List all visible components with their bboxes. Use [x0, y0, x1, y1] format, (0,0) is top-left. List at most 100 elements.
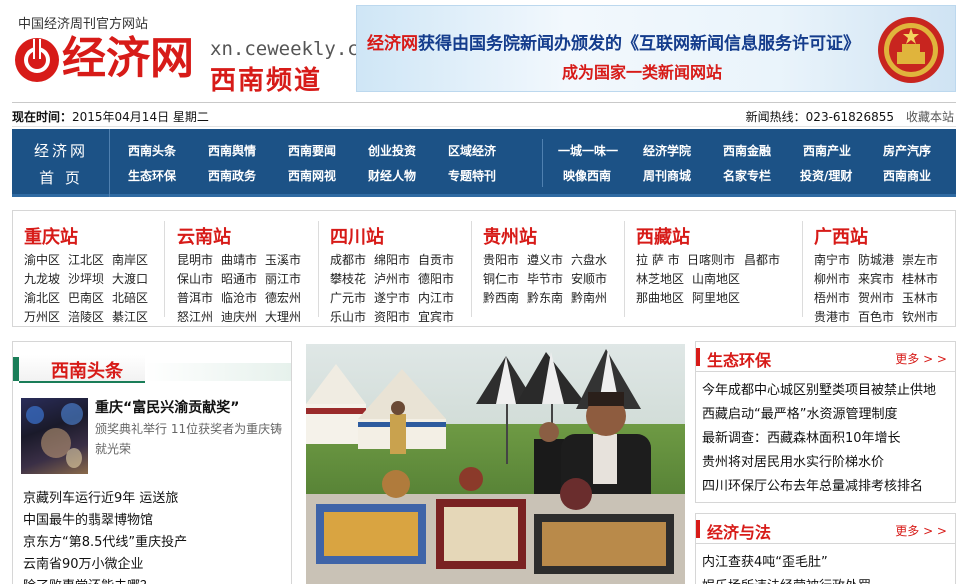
city-link[interactable]: 柳州市 [814, 270, 850, 287]
eco-item[interactable]: 最新调查：西藏森林面积10年增长 [702, 427, 954, 451]
city-link[interactable]: 毕节市 [527, 270, 563, 287]
nav-link[interactable]: 生态环保 [128, 167, 176, 184]
nav-link[interactable]: 西南头条 [128, 142, 176, 159]
city-link[interactable]: 资阳市 [374, 308, 410, 325]
city-link[interactable]: 林芝地区 [636, 270, 684, 287]
law-more-link[interactable]: 更多 > > [895, 522, 947, 539]
license-banner[interactable]: 经济网获得由国务院新闻办颁发的《互联网新闻信息服务许可证》 成为国家一类新闻网站 [356, 5, 956, 92]
city-link[interactable]: 南岸区 [112, 251, 148, 268]
nav-link[interactable]: 投资/理财 [800, 167, 852, 184]
nav-link[interactable]: 专题特刊 [448, 167, 496, 184]
nav-link[interactable]: 创业投资 [368, 142, 416, 159]
nav-link[interactable]: 西南政务 [208, 167, 256, 184]
nav-link[interactable]: 西南网视 [288, 167, 336, 184]
headline-item[interactable]: 中国最牛的翡翠博物馆 [23, 510, 283, 532]
nav-link[interactable]: 名家专栏 [723, 167, 771, 184]
eco-item[interactable]: 四川环保厅公布去年总量减排考核排名 [702, 475, 954, 499]
city-link[interactable]: 北碚区 [112, 289, 148, 306]
city-link[interactable]: 大理州 [265, 308, 301, 325]
station-title[interactable]: 西藏站 [636, 223, 690, 249]
city-link[interactable]: 江北区 [68, 251, 104, 268]
nav-link[interactable]: 西南商业 [883, 167, 931, 184]
featured-photo[interactable] [306, 344, 685, 584]
city-link[interactable]: 宜宾市 [418, 308, 454, 325]
bookmark-link[interactable]: 收藏本站 [906, 108, 954, 125]
city-link[interactable]: 黔西南 [483, 289, 519, 306]
feature-title[interactable]: 重庆“富民兴渝贡献奖” [95, 397, 239, 417]
city-link[interactable]: 九龙坡 [24, 270, 60, 287]
city-link[interactable]: 乐山市 [330, 308, 366, 325]
eco-more-link[interactable]: 更多 > > [895, 350, 947, 367]
city-link[interactable]: 拉 萨 市 [636, 251, 680, 268]
city-link[interactable]: 德宏州 [265, 289, 301, 306]
feature-thumbnail[interactable] [21, 398, 88, 474]
city-link[interactable]: 钦州市 [902, 308, 938, 325]
city-link[interactable]: 日喀则市 [687, 251, 735, 268]
eco-item[interactable]: 今年成都中心城区别墅类项目被禁止供地 [702, 379, 954, 403]
city-link[interactable]: 自贡市 [418, 251, 454, 268]
site-logo-text[interactable]: 经济网 [62, 30, 194, 88]
station-title[interactable]: 重庆站 [24, 223, 78, 249]
station-title[interactable]: 广西站 [814, 223, 868, 249]
city-link[interactable]: 铜仁市 [483, 270, 519, 287]
city-link[interactable]: 内江市 [418, 289, 454, 306]
city-link[interactable]: 临沧市 [221, 289, 257, 306]
nav-link[interactable]: 西南舆情 [208, 142, 256, 159]
city-link[interactable]: 曲靖市 [221, 251, 257, 268]
city-link[interactable]: 阿里地区 [692, 289, 740, 306]
city-link[interactable]: 迪庆州 [221, 308, 257, 325]
city-link[interactable]: 遂宁市 [374, 289, 410, 306]
city-link[interactable]: 巴南区 [68, 289, 104, 306]
nav-link[interactable]: 区域经济 [448, 142, 496, 159]
logo-mark-icon[interactable] [14, 37, 60, 83]
city-link[interactable]: 遵义市 [527, 251, 563, 268]
city-link[interactable]: 攀枝花 [330, 270, 366, 287]
city-link[interactable]: 涪陵区 [68, 308, 104, 325]
headline-item[interactable]: 除了败惠堂还能去哪？ [23, 576, 283, 584]
nav-link[interactable]: 一城一味一 [558, 142, 618, 159]
city-link[interactable]: 绵阳市 [374, 251, 410, 268]
city-link[interactable]: 怒江州 [177, 308, 213, 325]
eco-title[interactable]: 生态环保 [707, 347, 771, 371]
station-title[interactable]: 四川站 [330, 223, 384, 249]
city-link[interactable]: 黔东南 [527, 289, 563, 306]
city-link[interactable]: 保山市 [177, 270, 213, 287]
nav-link[interactable]: 西南金融 [723, 142, 771, 159]
city-link[interactable]: 大渡口 [112, 270, 148, 287]
city-link[interactable]: 玉林市 [902, 289, 938, 306]
city-link[interactable]: 昆明市 [177, 251, 213, 268]
city-link[interactable]: 贵港市 [814, 308, 850, 325]
nav-link[interactable]: 财经人物 [368, 167, 416, 184]
city-link[interactable]: 玉溪市 [265, 251, 301, 268]
city-link[interactable]: 南宁市 [814, 251, 850, 268]
city-link[interactable]: 昌都市 [744, 251, 780, 268]
law-item[interactable]: 内江查获4吨“歪毛肚” [702, 551, 954, 575]
city-link[interactable]: 昭通市 [221, 270, 257, 287]
city-link[interactable]: 防城港 [858, 251, 894, 268]
city-link[interactable]: 百色市 [858, 308, 894, 325]
city-link[interactable]: 山南地区 [692, 270, 740, 287]
station-title[interactable]: 贵州站 [483, 223, 537, 249]
law-title[interactable]: 经济与法 [707, 519, 771, 543]
city-link[interactable]: 梧州市 [814, 289, 850, 306]
city-link[interactable]: 万州区 [24, 308, 60, 325]
nav-link[interactable]: 经济学院 [643, 142, 691, 159]
headline-item[interactable]: 云南省90万小微企业 [23, 554, 283, 576]
nav-home[interactable]: 经济网 首 页 [12, 129, 110, 197]
headline-item[interactable]: 京东方“第8.5代线”重庆投产 [23, 532, 283, 554]
city-link[interactable]: 丽江市 [265, 270, 301, 287]
city-link[interactable]: 那曲地区 [636, 289, 684, 306]
city-link[interactable]: 沙坪坝 [68, 270, 104, 287]
city-link[interactable]: 来宾市 [858, 270, 894, 287]
city-link[interactable]: 普洱市 [177, 289, 213, 306]
city-link[interactable]: 六盘水 [571, 251, 607, 268]
nav-link[interactable]: 周刊商城 [643, 167, 691, 184]
city-link[interactable]: 安顺市 [571, 270, 607, 287]
city-link[interactable]: 綦江区 [112, 308, 148, 325]
city-link[interactable]: 贺州市 [858, 289, 894, 306]
city-link[interactable]: 桂林市 [902, 270, 938, 287]
city-link[interactable]: 崇左市 [902, 251, 938, 268]
city-link[interactable]: 黔南州 [571, 289, 607, 306]
eco-item[interactable]: 西藏启动“最严格”水资源管理制度 [702, 403, 954, 427]
city-link[interactable]: 泸州市 [374, 270, 410, 287]
